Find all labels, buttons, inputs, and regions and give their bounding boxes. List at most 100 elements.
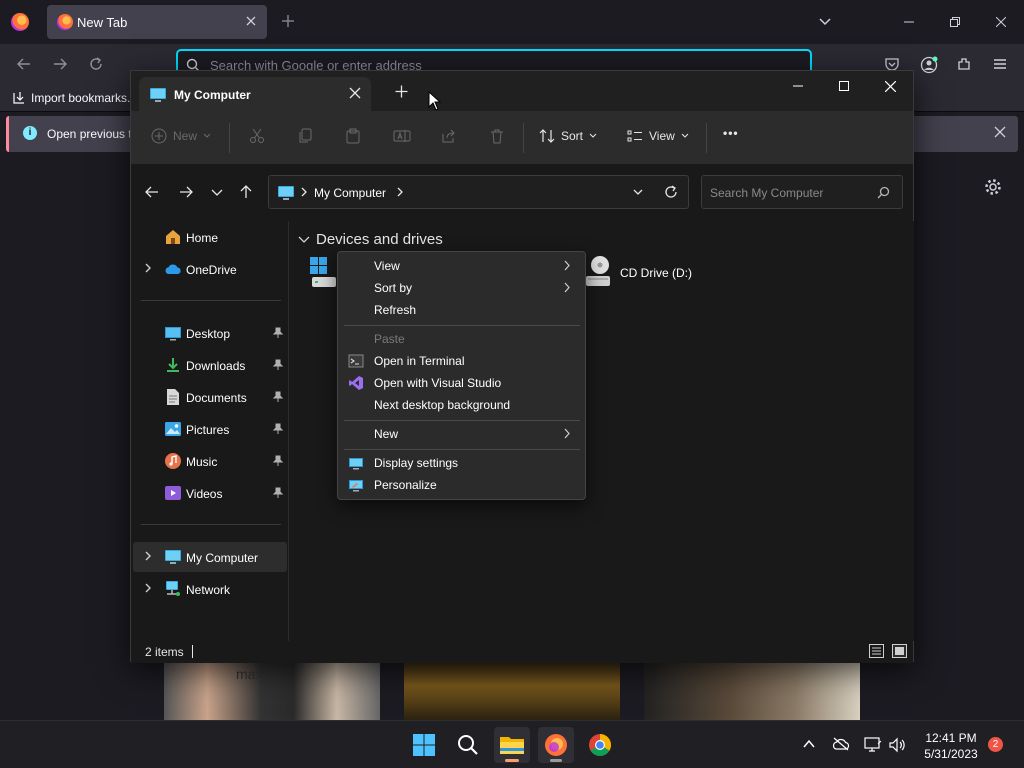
shortcut-thumbnail[interactable]: [404, 662, 620, 720]
volume-icon[interactable]: [888, 737, 906, 753]
start-button[interactable]: [406, 727, 442, 763]
forward-icon[interactable]: [179, 185, 193, 199]
back-icon[interactable]: [16, 56, 32, 72]
reload-icon[interactable]: [88, 56, 104, 72]
expand-chevron-icon[interactable]: [143, 582, 153, 594]
thumbnail-text: max: [236, 666, 263, 682]
expand-chevron-icon[interactable]: [143, 262, 153, 274]
view-icon: [627, 130, 642, 142]
chrome-taskbar-button[interactable]: [582, 727, 618, 763]
rename-icon[interactable]: [393, 128, 411, 144]
menu-item-refresh[interactable]: Refresh: [342, 299, 581, 321]
chevron-right-icon[interactable]: [395, 185, 405, 199]
paste-icon[interactable]: [345, 128, 361, 144]
nav-item-desktop[interactable]: Desktop: [133, 318, 287, 348]
personalize-icon: [348, 477, 364, 493]
new-tab-icon[interactable]: [280, 13, 296, 29]
computer-icon: [277, 185, 295, 201]
group-header-devices[interactable]: Devices and drives: [298, 231, 443, 248]
explorer-tab[interactable]: My Computer: [139, 77, 371, 111]
menu-item-next-background[interactable]: Next desktop background: [342, 394, 581, 416]
search-box[interactable]: Search My Computer: [701, 175, 903, 209]
command-bar: New Sort View •••: [131, 111, 913, 165]
menu-item-new[interactable]: New: [342, 423, 581, 445]
address-dropdown-icon[interactable]: [632, 186, 644, 198]
network-icon[interactable]: [864, 737, 882, 753]
extensions-icon[interactable]: [956, 56, 972, 72]
menu-item-view[interactable]: View: [342, 255, 581, 277]
copy-icon[interactable]: [297, 128, 313, 144]
up-icon[interactable]: [239, 185, 253, 199]
settings-gear-icon[interactable]: [984, 178, 1002, 196]
nav-item-documents[interactable]: Documents: [133, 382, 287, 412]
nav-item-my-computer[interactable]: My Computer: [133, 542, 287, 572]
firefox-tab[interactable]: New Tab: [47, 5, 267, 39]
menu-item-open-terminal[interactable]: Open in Terminal: [342, 350, 581, 372]
hamburger-menu-icon[interactable]: [992, 56, 1008, 72]
nav-item-label: Documents: [186, 391, 247, 405]
list-tabs-icon[interactable]: [818, 14, 832, 28]
nav-item-music[interactable]: Music: [133, 446, 287, 476]
view-button[interactable]: View: [627, 128, 689, 144]
add-tab-icon[interactable]: [395, 85, 408, 98]
chevron-down-icon: [203, 133, 211, 138]
pin-icon: [273, 359, 283, 371]
delete-icon[interactable]: [489, 128, 505, 144]
file-explorer-taskbar-button[interactable]: [494, 727, 530, 763]
ff-restore-icon[interactable]: [932, 0, 978, 44]
show-hidden-icons-icon[interactable]: [802, 737, 816, 751]
shortcut-thumbnail[interactable]: [644, 662, 860, 720]
cut-icon[interactable]: [249, 128, 265, 144]
drive-item-d[interactable]: CD Drive (D:): [586, 256, 692, 290]
address-path[interactable]: My Computer: [314, 186, 386, 200]
nav-item-pictures[interactable]: Pictures: [133, 414, 287, 444]
drive-item-c[interactable]: [310, 257, 336, 291]
close-tab-icon[interactable]: [349, 87, 361, 99]
firefox-taskbar-button[interactable]: [538, 727, 574, 763]
start-icon: [413, 734, 435, 756]
menu-item-open-visual-studio[interactable]: Open with Visual Studio: [342, 372, 581, 394]
more-options-button[interactable]: •••: [723, 126, 739, 140]
nav-item-videos[interactable]: Videos: [133, 478, 287, 508]
nav-item-downloads[interactable]: Downloads: [133, 350, 287, 380]
nav-item-label: Pictures: [186, 423, 230, 437]
sort-button[interactable]: Sort: [539, 128, 597, 144]
submenu-arrow-icon: [563, 282, 571, 293]
close-window-icon[interactable]: [867, 71, 913, 101]
import-icon: [13, 92, 24, 104]
ff-close-icon[interactable]: [978, 0, 1024, 44]
maximize-icon[interactable]: [821, 71, 867, 101]
onedrive-offline-icon[interactable]: [832, 737, 850, 751]
details-view-icon[interactable]: [869, 644, 884, 658]
infobar-close-icon[interactable]: [994, 126, 1006, 138]
import-bookmarks-button[interactable]: Import bookmarks...: [12, 91, 137, 105]
menu-item-display-settings[interactable]: Display settings: [342, 452, 581, 474]
notification-badge[interactable]: 2: [988, 737, 1003, 752]
back-icon[interactable]: [145, 185, 159, 199]
account-icon[interactable]: [920, 56, 938, 74]
firefox-menu-icon[interactable]: [11, 13, 29, 31]
close-tab-icon[interactable]: [243, 13, 259, 29]
new-button[interactable]: New: [151, 128, 211, 144]
nav-item-network[interactable]: Network: [133, 574, 287, 604]
menu-item-personalize[interactable]: Personalize: [342, 474, 581, 496]
sort-button-label: Sort: [561, 129, 584, 143]
computer-icon: [164, 548, 182, 566]
nav-item-onedrive[interactable]: OneDrive: [133, 254, 287, 284]
expand-chevron-icon[interactable]: [143, 550, 153, 562]
shortcut-thumbnail[interactable]: max: [164, 662, 380, 720]
share-icon[interactable]: [441, 128, 457, 144]
chevron-right-icon[interactable]: [299, 185, 309, 199]
minimize-icon[interactable]: [775, 71, 821, 101]
refresh-icon[interactable]: [664, 185, 678, 199]
search-button[interactable]: [450, 727, 486, 763]
recent-locations-icon[interactable]: [211, 185, 223, 199]
forward-icon[interactable]: [52, 56, 68, 72]
menu-item-sort-by[interactable]: Sort by: [342, 277, 581, 299]
tiles-view-icon[interactable]: [892, 644, 907, 658]
address-bar[interactable]: My Computer: [268, 175, 689, 209]
nav-item-home[interactable]: Home: [133, 222, 287, 252]
clock[interactable]: 12:41 PM 5/31/2023: [916, 730, 986, 762]
ff-minimize-icon[interactable]: [886, 0, 932, 44]
nav-item-label: Videos: [186, 487, 223, 501]
